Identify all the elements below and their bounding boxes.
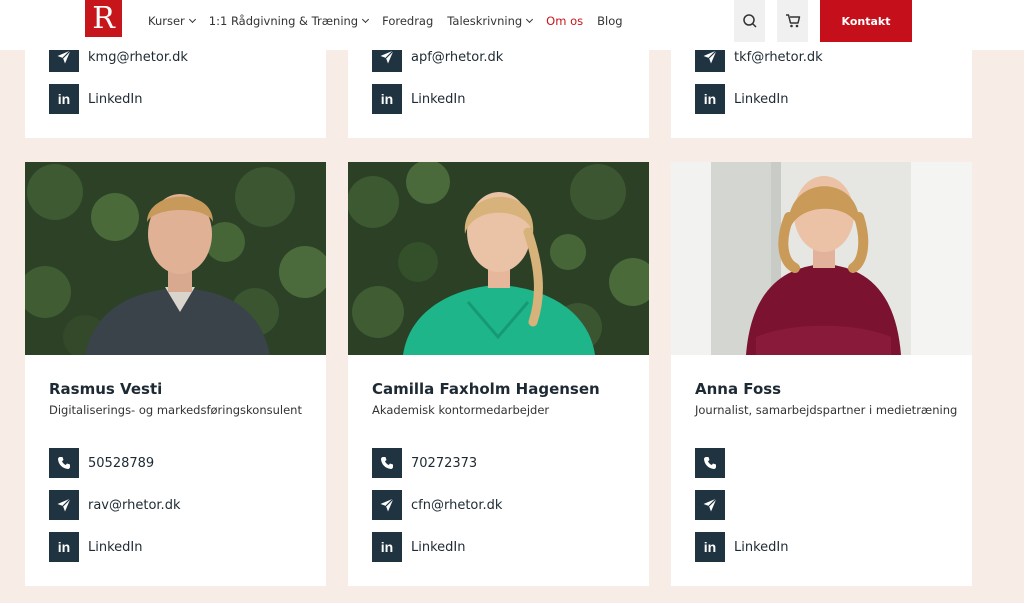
linkedin-row[interactable]: in LinkedIn <box>695 84 788 114</box>
email-row[interactable]: cfn@rhetor.dk <box>372 490 502 520</box>
chevron-down-icon <box>362 15 370 24</box>
profile-photo <box>671 162 972 355</box>
linkedin-icon: in <box>49 84 79 114</box>
team-card: Camilla Faxholm Hagensen Akademisk konto… <box>348 162 649 586</box>
nav-item-raadgivning[interactable]: 1:1 Rådgivning & Træning <box>208 14 370 28</box>
chevron-down-icon <box>188 15 196 24</box>
linkedin-row[interactable]: in LinkedIn <box>695 532 788 562</box>
cart-button[interactable] <box>777 0 808 42</box>
contact-button[interactable]: Kontakt <box>820 0 912 42</box>
linkedin-row[interactable]: in LinkedIn <box>49 532 142 562</box>
search-icon <box>742 14 757 28</box>
linkedin-icon: in <box>372 532 402 562</box>
email-link[interactable]: apf@rhetor.dk <box>411 50 503 65</box>
linkedin-icon: in <box>695 84 725 114</box>
person-name: Anna Foss <box>695 380 782 398</box>
team-card: Anna Foss Journalist, samarbejdspartner … <box>671 162 972 586</box>
person-name: Rasmus Vesti <box>49 380 163 398</box>
linkedin-link[interactable]: LinkedIn <box>411 92 465 107</box>
phone-icon <box>695 448 725 478</box>
person-role: Akademisk kontormedarbejder <box>372 403 550 417</box>
phone-row[interactable]: 70272373 <box>372 448 477 478</box>
person-role: Journalist, samarbejdspartner i medietræ… <box>695 403 958 417</box>
nav-item-label: Foredrag <box>382 14 434 28</box>
linkedin-icon: in <box>49 532 79 562</box>
profile-photo <box>25 162 326 355</box>
cart-icon <box>785 14 800 28</box>
person-role: Digitaliserings- og markedsføringskonsul… <box>49 403 302 417</box>
nav-item-om-os[interactable]: Om os <box>546 14 583 28</box>
search-button[interactable] <box>734 0 765 42</box>
linkedin-row[interactable]: in LinkedIn <box>372 84 465 114</box>
phone-link[interactable]: 50528789 <box>88 456 154 471</box>
linkedin-row[interactable]: in LinkedIn <box>49 84 142 114</box>
linkedin-link[interactable]: LinkedIn <box>88 540 142 555</box>
nav-item-label: Om os <box>546 14 584 28</box>
rhetor-logo[interactable]: R <box>85 0 122 37</box>
linkedin-link[interactable]: LinkedIn <box>734 540 788 555</box>
send-icon <box>695 490 725 520</box>
email-link[interactable]: cfn@rhetor.dk <box>411 498 502 513</box>
nav-item-taleskrivning[interactable]: Taleskrivning <box>447 14 534 28</box>
email-link[interactable]: kmg@rhetor.dk <box>88 50 188 65</box>
linkedin-link[interactable]: LinkedIn <box>411 540 465 555</box>
email-row[interactable] <box>695 490 734 520</box>
chevron-down-icon <box>526 15 534 24</box>
nav-item-blog[interactable]: Blog <box>597 14 622 28</box>
nav-item-label: Taleskrivning <box>447 14 523 28</box>
email-link[interactable]: rav@rhetor.dk <box>88 498 180 513</box>
linkedin-link[interactable]: LinkedIn <box>88 92 142 107</box>
phone-link[interactable]: 70272373 <box>411 456 477 471</box>
send-icon <box>49 490 79 520</box>
email-row[interactable]: rav@rhetor.dk <box>49 490 180 520</box>
phone-row[interactable] <box>695 448 734 478</box>
linkedin-icon: in <box>695 532 725 562</box>
send-icon <box>372 490 402 520</box>
nav-item-label: 1:1 Rådgivning & Træning <box>208 14 359 28</box>
person-name: Camilla Faxholm Hagensen <box>372 380 600 398</box>
nav-item-foredrag[interactable]: Foredrag <box>382 14 433 28</box>
email-link[interactable]: tkf@rhetor.dk <box>734 50 823 65</box>
nav-item-label: Kurser <box>148 14 185 28</box>
linkedin-link[interactable]: LinkedIn <box>734 92 788 107</box>
phone-icon <box>49 448 79 478</box>
linkedin-row[interactable]: in LinkedIn <box>372 532 465 562</box>
nav-item-label: Blog <box>597 14 623 28</box>
profile-photo <box>348 162 649 355</box>
nav-item-kurser[interactable]: Kurser <box>148 14 196 28</box>
phone-icon <box>372 448 402 478</box>
phone-row[interactable]: 50528789 <box>49 448 154 478</box>
team-card: Rasmus Vesti Digitaliserings- og markeds… <box>25 162 326 586</box>
linkedin-icon: in <box>372 84 402 114</box>
site-header: R Kurser 1:1 Rådgivning & Træning Foredr… <box>0 0 1024 50</box>
main-nav: Kurser 1:1 Rådgivning & Træning Foredrag… <box>148 14 637 28</box>
